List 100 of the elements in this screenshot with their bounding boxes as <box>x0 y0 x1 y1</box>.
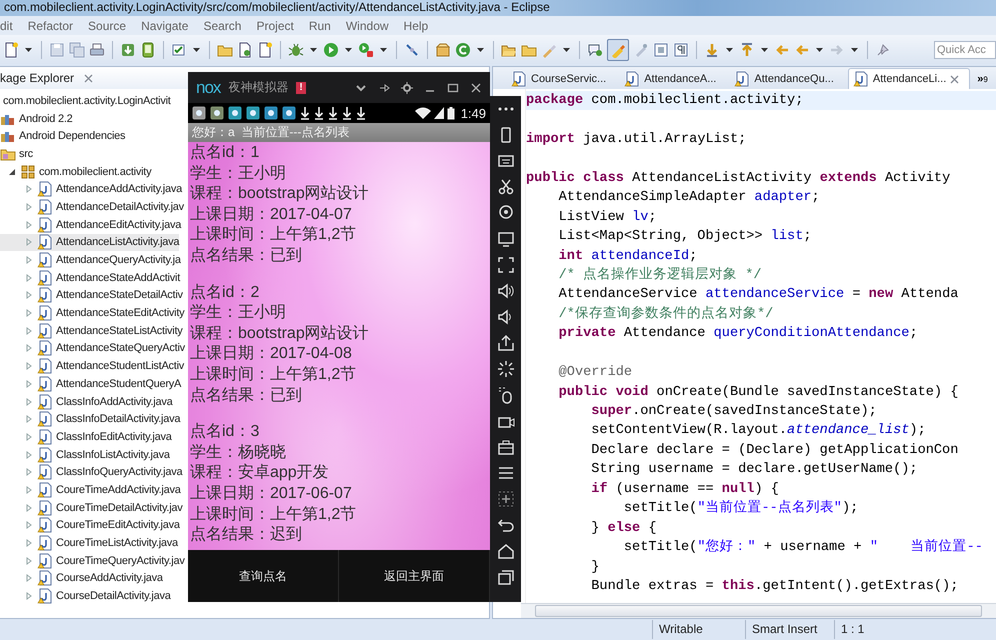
collapsed-arrow-icon[interactable] <box>25 256 33 264</box>
editor-tab[interactable]: AttendanceQu... <box>730 69 844 89</box>
tree-item[interactable]: src <box>0 145 33 163</box>
class-icon[interactable] <box>455 42 471 58</box>
save-icon[interactable] <box>49 42 65 58</box>
tree-item[interactable]: Android 2.2 <box>0 110 73 128</box>
tree-item[interactable]: AttendanceAddActivity.java <box>0 180 182 198</box>
add-icon[interactable] <box>496 490 514 508</box>
tree-item[interactable]: ClassInfoDetailActivity.java <box>0 410 180 428</box>
tree-item[interactable]: AttendanceStateListActivity <box>0 322 183 340</box>
caret-icon[interactable] <box>851 48 858 52</box>
tree-item[interactable]: CoureTimeListActivity.java <box>0 534 178 552</box>
collapsed-arrow-icon[interactable] <box>25 220 33 229</box>
collapsed-arrow-icon[interactable] <box>25 521 33 530</box>
caret-icon[interactable] <box>726 48 733 52</box>
tree-item[interactable]: AttendanceStudentListActiv <box>0 357 184 375</box>
tree-item[interactable]: AttendanceStateAddActivit <box>0 268 180 287</box>
menu-item[interactable]: Search <box>195 18 248 32</box>
print-icon[interactable] <box>89 42 105 58</box>
tree-item[interactable]: AttendanceEditActivity.java <box>0 216 182 234</box>
block-icon[interactable] <box>653 42 669 58</box>
run-tool-icon[interactable] <box>358 42 374 58</box>
menu-item[interactable]: Help <box>396 18 436 32</box>
settings-icon[interactable] <box>401 82 413 94</box>
monitor-icon[interactable] <box>496 230 514 248</box>
expanded-arrow-icon[interactable] <box>8 168 16 176</box>
collapsed-arrow-icon[interactable] <box>25 291 33 300</box>
collapsed-arrow-icon[interactable] <box>25 539 33 548</box>
new-file-icon[interactable] <box>257 42 273 58</box>
caret-icon[interactable] <box>345 48 352 52</box>
collapsed-arrow-icon[interactable] <box>25 432 33 441</box>
quick-access-field[interactable]: Quick Acc <box>934 40 996 58</box>
horizontal-scrollbar[interactable] <box>521 603 996 618</box>
tree-item[interactable]: CourseAddActivity.java <box>0 570 163 588</box>
collapsed-arrow-icon[interactable] <box>25 592 33 600</box>
tree-item[interactable]: AttendanceStateQueryActiv <box>0 340 185 358</box>
tree-item[interactable]: AttendanceListActivity.java <box>0 234 180 252</box>
download-icon[interactable] <box>120 42 136 58</box>
slash-icon[interactable] <box>404 42 420 58</box>
collapsed-arrow-icon[interactable] <box>25 450 33 459</box>
tree-item[interactable]: CoureTimeQueryActivity.jav <box>0 552 185 570</box>
box-icon[interactable] <box>435 42 451 58</box>
collapsed-arrow-icon[interactable] <box>25 274 33 282</box>
tree-item[interactable]: ClassInfoEditActivity.java <box>0 428 172 446</box>
upload-icon[interactable] <box>496 334 514 352</box>
menu-item[interactable]: Refactor <box>20 18 80 32</box>
collapsed-arrow-icon[interactable] <box>25 398 33 406</box>
toolbox-icon[interactable] <box>496 438 514 456</box>
caret-icon[interactable] <box>477 48 484 52</box>
tree-item[interactable]: CoureTimeDetailActivity.jav <box>0 498 183 516</box>
bug-icon[interactable] <box>288 42 304 58</box>
tree-item[interactable]: CourseDetailActivity.java <box>0 587 171 605</box>
tree-item[interactable]: AttendanceQueryActivity.ja <box>0 251 181 269</box>
close-icon[interactable] <box>950 74 960 84</box>
device-icon[interactable] <box>140 42 156 58</box>
collapsed-arrow-icon[interactable] <box>25 185 33 194</box>
arrow-up-icon[interactable] <box>739 42 755 58</box>
collapsed-arrow-icon[interactable] <box>25 326 33 335</box>
loading-icon[interactable] <box>496 360 514 378</box>
menu-item[interactable]: Navigate <box>133 18 196 32</box>
menu-item[interactable]: Source <box>80 18 134 32</box>
volume-up-icon[interactable] <box>496 282 514 300</box>
collapsed-arrow-icon[interactable] <box>25 362 33 370</box>
collapsed-arrow-icon[interactable] <box>25 504 33 512</box>
mouse-icon[interactable] <box>496 386 514 404</box>
scissors-icon[interactable] <box>496 178 514 196</box>
view-title[interactable]: kage Explorer <box>0 71 74 85</box>
tree-item[interactable]: AttendanceStudentQueryA <box>0 375 182 393</box>
tree-item[interactable]: ClassInfoQueryActivity.java <box>0 463 182 482</box>
run-icon[interactable] <box>323 42 339 58</box>
editor-tab[interactable]: AttendanceA... <box>620 69 726 89</box>
menu-item[interactable]: Window <box>338 18 396 32</box>
caret-icon[interactable] <box>310 48 317 52</box>
maximize-icon[interactable] <box>447 82 459 94</box>
collapsed-arrow-icon[interactable] <box>25 415 33 424</box>
collapsed-arrow-icon[interactable] <box>25 344 33 352</box>
collapsed-arrow-icon[interactable] <box>25 380 33 388</box>
tree-item[interactable]: CoureTimeEditActivity.java <box>0 516 180 534</box>
tree-item[interactable]: ClassInfoListActivity.java <box>0 446 170 464</box>
tree-item[interactable]: AttendanceStateDetailActiv <box>0 286 183 304</box>
tree-item[interactable]: com.mobileclient.activity <box>0 162 152 180</box>
home-icon[interactable] <box>496 542 514 560</box>
collapsed-arrow-icon[interactable] <box>25 556 33 565</box>
collapsed-arrow-icon[interactable] <box>25 202 33 211</box>
file-icon[interactable] <box>237 42 253 58</box>
collapsed-arrow-icon[interactable] <box>25 468 33 476</box>
editor-tab[interactable]: AttendanceLi... <box>848 68 970 89</box>
collapsed-arrow-icon[interactable] <box>25 574 33 582</box>
tree-item[interactable]: com.mobileclient.activity.LoginActivit <box>0 92 171 110</box>
tree-item[interactable]: AttendanceDetailActivity.jav <box>0 198 184 216</box>
recent-apps-icon[interactable] <box>496 568 514 586</box>
tree-item[interactable]: ClassInfoAddActivity.java <box>0 392 172 410</box>
tree-item[interactable]: CoureTimeAddActivity.java <box>0 481 181 499</box>
menu-item[interactable]: dit <box>0 18 20 32</box>
fullscreen-icon[interactable] <box>496 256 514 274</box>
tree-item[interactable]: AttendanceStateEditActivity <box>0 304 184 322</box>
caret-icon[interactable] <box>816 48 823 52</box>
checkbox-icon[interactable] <box>171 42 187 58</box>
paragraph-icon[interactable] <box>673 42 689 58</box>
arrow-down-icon[interactable] <box>704 42 720 58</box>
